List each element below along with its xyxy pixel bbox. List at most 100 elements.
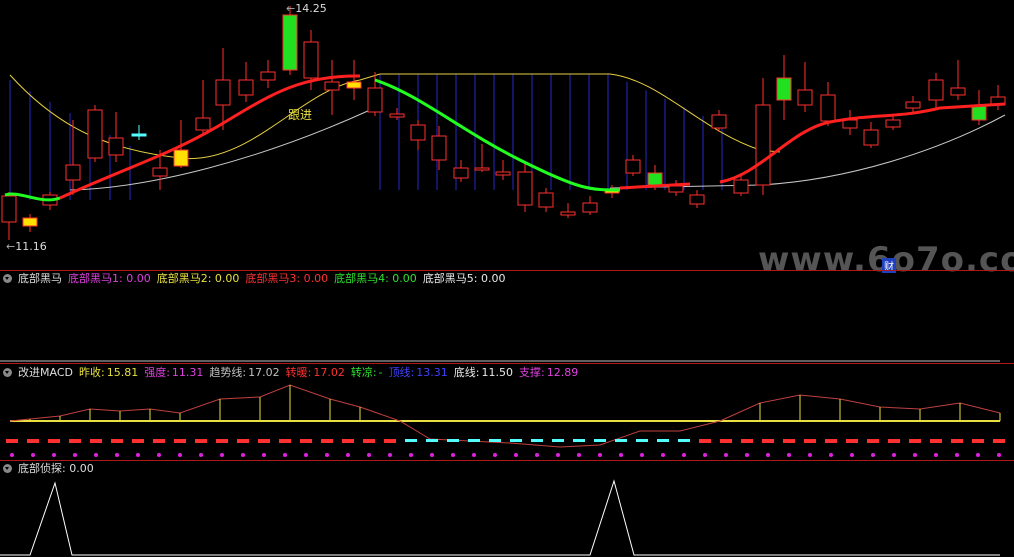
support-dot — [766, 453, 770, 457]
support-dot — [535, 453, 539, 457]
macd-field-value: 15.81 — [106, 366, 139, 379]
support-dot — [619, 453, 623, 457]
candle-body — [842, 119, 858, 129]
strength-bar — [258, 439, 270, 443]
candle-body — [495, 171, 511, 176]
candle-body — [905, 101, 921, 109]
strength-bar — [468, 439, 480, 442]
support-dot — [409, 453, 413, 457]
strength-bar — [552, 439, 564, 442]
support-dot — [283, 453, 287, 457]
bottom-horse-panel[interactable] — [0, 287, 1014, 363]
candle-body — [755, 104, 771, 186]
support-dot — [472, 453, 476, 457]
strength-bar — [216, 439, 228, 443]
detect-value: : 0.00 — [62, 462, 94, 475]
candle-body — [410, 124, 426, 141]
strength-bar — [699, 439, 711, 443]
macd-field-label: 强度: — [144, 366, 170, 379]
strength-bar — [489, 439, 501, 442]
strength-bar — [531, 439, 543, 442]
candle-body — [108, 137, 124, 156]
macd-field-label: 底线: — [453, 366, 480, 379]
candle-body — [303, 41, 319, 79]
bottom-horse-title: 底部黑马 — [18, 272, 62, 285]
support-dot — [976, 453, 980, 457]
strength-bar — [426, 439, 438, 442]
strength-bar — [825, 439, 837, 443]
macd-panel[interactable] — [0, 381, 1014, 459]
strength-bar — [762, 439, 774, 443]
candle-body — [173, 149, 189, 167]
strength-bar — [888, 439, 900, 443]
support-dot — [871, 453, 875, 457]
strength-bar — [678, 439, 690, 442]
candle-body — [282, 14, 298, 71]
strength-bar — [741, 439, 753, 443]
support-dot — [556, 453, 560, 457]
support-dot — [10, 453, 14, 457]
candle-body — [238, 79, 254, 96]
support-dot — [724, 453, 728, 457]
candle-body — [1, 195, 17, 223]
support-dot — [115, 453, 119, 457]
macd-field-label: 转暖: — [285, 366, 312, 379]
candle-body — [65, 164, 81, 181]
support-dot — [367, 453, 371, 457]
macd-trend-line — [9, 384, 1001, 448]
strength-bar — [594, 439, 606, 442]
support-dot — [829, 453, 833, 457]
support-dot — [640, 453, 644, 457]
strength-bar — [846, 439, 858, 443]
macd-field-value: 17.02 — [313, 366, 345, 379]
candle-body — [367, 87, 383, 113]
macd-field-value: 17.02 — [248, 366, 280, 379]
strength-bar — [342, 439, 354, 443]
price-chart-panel[interactable]: ←14.25 ←11.16 跟进 www.6o7o.com 财 — [0, 0, 1014, 280]
bottom-horse-field: 底部黑马1: 0.00 — [68, 272, 151, 285]
support-dot — [661, 453, 665, 457]
candle-body — [885, 119, 901, 128]
support-dot — [451, 453, 455, 457]
support-dot — [514, 453, 518, 457]
strength-bar — [657, 439, 669, 442]
strength-bar — [237, 439, 249, 443]
detect-title: 底部侦探 — [18, 462, 62, 475]
support-dot — [934, 453, 938, 457]
strength-bar — [510, 439, 522, 442]
support-dot — [955, 453, 959, 457]
strength-bar — [111, 439, 123, 443]
bottom-horse-field: 底部黑马2: 0.00 — [156, 272, 240, 285]
candle-body — [689, 194, 705, 205]
collapse-toggle-icon[interactable] — [3, 273, 12, 283]
support-dot — [52, 453, 56, 457]
detect-header: 底部侦探: 0.00 — [0, 461, 1014, 477]
price-low-label: ←11.16 — [6, 240, 47, 253]
strength-bar — [363, 439, 375, 443]
collapse-toggle-icon[interactable] — [3, 367, 12, 377]
candle-body — [538, 192, 554, 208]
panel-separator — [0, 363, 1014, 364]
strength-bar — [321, 439, 333, 443]
collapse-toggle-icon[interactable] — [3, 463, 12, 473]
support-dot — [808, 453, 812, 457]
support-dot — [850, 453, 854, 457]
candle-body — [152, 167, 168, 177]
macd-field-label: 顶线: — [388, 366, 415, 379]
macd-plot — [6, 384, 1005, 457]
support-dot — [199, 453, 203, 457]
support-dot — [304, 453, 308, 457]
detect-panel[interactable] — [0, 477, 1014, 557]
macd-field-label: 昨收: — [78, 366, 105, 379]
macd-field-label: 趋势线: — [209, 366, 247, 379]
price-chart[interactable] — [0, 0, 1014, 270]
candle-body — [131, 133, 147, 137]
candle-body — [346, 81, 362, 89]
candle-body — [668, 185, 684, 193]
support-dot — [178, 453, 182, 457]
candle-body — [260, 71, 276, 81]
strength-bar — [405, 439, 417, 442]
strength-bar — [573, 439, 585, 442]
bottom-horse-field: 底部黑马5: 0.00 — [422, 272, 506, 285]
support-dot — [598, 453, 602, 457]
